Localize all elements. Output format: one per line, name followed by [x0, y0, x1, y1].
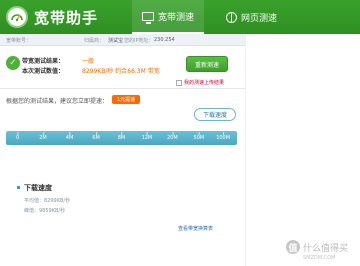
- ip-label: 您的IP地址：: [124, 38, 154, 44]
- tab-broadband-speed-test[interactable]: 宽带测速: [132, 0, 204, 34]
- check-icon: ✓: [6, 56, 20, 70]
- scale-tick: 2M: [39, 132, 47, 141]
- scale-tick: 4M: [65, 132, 74, 141]
- scale-tick: 50M: [193, 132, 205, 141]
- watermark: 值 什么值得买: [286, 240, 348, 254]
- account-info-bar: 宽带账号： 归属商： 测试宝 您的IP地址： 230.254: [0, 34, 245, 46]
- globe-icon: [226, 11, 237, 23]
- operator-label: 归属商：: [84, 38, 105, 44]
- side-panel: [245, 34, 360, 266]
- scale-tick: 8M: [117, 132, 126, 141]
- download-peak: 峰值：9859KB/秒: [24, 208, 66, 214]
- tab-label: 网页测速: [241, 13, 278, 24]
- bullet-icon: [17, 186, 20, 189]
- title-bar: 宽带助手 宽带测速 网页测速: [0, 0, 360, 34]
- download-speed-toggle[interactable]: 下载速度: [194, 108, 236, 121]
- scale-tick: 100M: [216, 132, 231, 141]
- operator-value: 测试宝: [108, 38, 124, 44]
- upload-result-option[interactable]: 我的测速上传结果: [176, 79, 224, 86]
- ip-value: 230.254: [154, 37, 175, 43]
- download-section-title: 下载速度: [24, 184, 52, 192]
- bandwidth-table-link[interactable]: 查看带宽换算表: [178, 225, 213, 232]
- tab-web-speed-test[interactable]: 网页测速: [216, 0, 288, 34]
- result-value-level: 一般: [82, 58, 95, 65]
- watermark-text: 什么值得买: [303, 243, 349, 254]
- scale-tick: 12M: [141, 132, 153, 141]
- result-value-speed: 8299KB/秒 约合66.3M 带宽: [82, 68, 160, 75]
- speed-up-button[interactable]: 1元提速: [112, 95, 140, 104]
- upload-result-checkbox[interactable]: [176, 79, 182, 86]
- app-window: 宽带助手 宽带测速 网页测速 宽带账号： 归属商： 测试宝 您的IP地址： 23…: [0, 0, 360, 266]
- scale-tick: 0: [15, 132, 20, 141]
- account-label: 宽带账号：: [6, 38, 32, 44]
- scale-tick: 6M: [92, 132, 100, 141]
- upload-result-label: 我的测速上传结果: [184, 80, 225, 86]
- suggestion-text: 根据您的测试结果，建议您立即提速：: [6, 98, 109, 105]
- result-label-speed: 本次测试数值：: [22, 68, 65, 75]
- speedometer-logo-icon: [6, 6, 28, 28]
- tab-label: 宽带测速: [158, 12, 195, 23]
- app-title: 宽带助手: [34, 9, 99, 27]
- retest-button[interactable]: 重新测速: [186, 56, 228, 72]
- speed-scale-bar: 0 2M 4M 6M 8M 12M 20M 50M 100M: [6, 131, 237, 145]
- watermark-subtext: SMZDM.COM: [303, 255, 336, 261]
- download-average: 平均值：8299KB/秒: [24, 198, 71, 204]
- result-label-level: 带宽测试结果：: [22, 58, 65, 65]
- monitor-icon: [142, 11, 154, 24]
- watermark-badge-icon: 值: [286, 240, 300, 254]
- divider: [0, 88, 245, 89]
- scale-tick: 20M: [166, 132, 178, 141]
